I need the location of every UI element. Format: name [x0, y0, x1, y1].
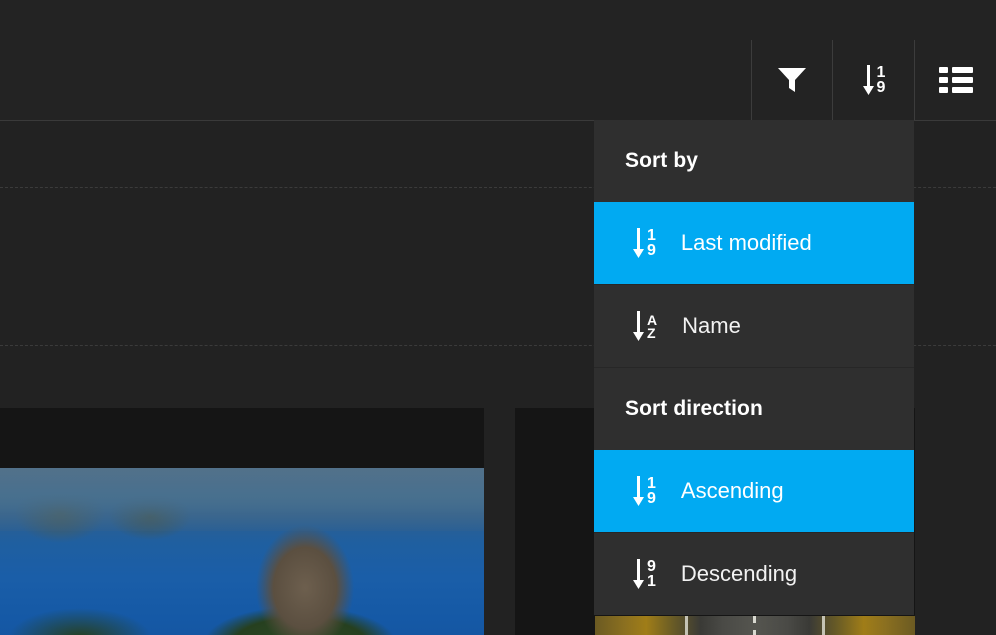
menu-section-header-sort-by: Sort by [594, 120, 914, 202]
photo-card-rio[interactable] [0, 408, 484, 635]
menu-section-header-sort-direction: Sort direction [594, 368, 914, 450]
rio-de-janeiro-sugarloaf-photo [0, 468, 484, 635]
sort-alpha-ascending-icon: A Z [632, 309, 657, 343]
menu-item-descending[interactable]: 9 1 Descending [594, 533, 914, 615]
top-toolbar: 1 9 [0, 0, 996, 121]
sort-order-chars: 9 1 [647, 558, 656, 590]
filter-button[interactable] [752, 40, 832, 120]
view-mode-button[interactable] [915, 40, 996, 120]
menu-item-last-modified[interactable]: 1 9 Last modified [594, 202, 914, 284]
menu-item-label: Name [682, 313, 741, 338]
sort-char-bottom: 9 [647, 490, 656, 507]
sort-order-chars: 1 9 [876, 64, 886, 96]
sort-char-top: 9 [647, 558, 656, 575]
menu-item-label: Descending [680, 561, 798, 586]
sort-numeric-descending-icon: 9 1 [632, 557, 656, 591]
arrow-down-icon [862, 65, 874, 95]
list-view-icon [938, 67, 973, 93]
arrow-down-icon [633, 311, 644, 341]
arrow-down-icon [633, 559, 644, 589]
sort-button[interactable]: 1 9 [833, 40, 914, 120]
road-lane-line-right [822, 616, 826, 635]
menu-item-label: Ascending [680, 478, 784, 503]
sort-numeric-ascending-icon: 1 9 [862, 63, 886, 97]
sort-numeric-ascending-icon: 1 9 [632, 226, 656, 260]
photo-card-road[interactable] [595, 616, 915, 635]
menu-item-name[interactable]: A Z Name [594, 285, 914, 367]
sort-dropdown-menu: Sort by 1 9 Last modified A Z Name Sort … [594, 120, 914, 615]
road-center-line [753, 616, 757, 635]
sort-order-chars: 1 9 [647, 475, 656, 507]
sort-order-chars: A Z [647, 313, 657, 341]
arrow-down-icon [633, 228, 644, 258]
arrow-down-icon [633, 476, 644, 506]
app-window: 1 9 Sort by 1 9 Last modified A Z Name S… [0, 0, 996, 635]
menu-item-label: Last modified [680, 230, 812, 255]
road-lane-line-left [684, 616, 688, 635]
sort-numeric-ascending-icon: 1 9 [632, 474, 656, 508]
menu-item-ascending[interactable]: 1 9 Ascending [594, 450, 914, 532]
sort-char-bottom: 1 [647, 573, 656, 590]
sort-char-bottom: 9 [647, 242, 656, 259]
sort-char-top: 1 [647, 475, 656, 492]
sort-char-bottom: Z [647, 325, 656, 341]
sort-order-chars: 1 9 [647, 227, 656, 259]
sort-char-bottom: 9 [876, 79, 886, 96]
sort-char-top: 1 [876, 64, 886, 81]
funnel-icon [778, 68, 806, 92]
autumn-highway-photo [595, 616, 915, 635]
sort-char-top: 1 [647, 227, 656, 244]
